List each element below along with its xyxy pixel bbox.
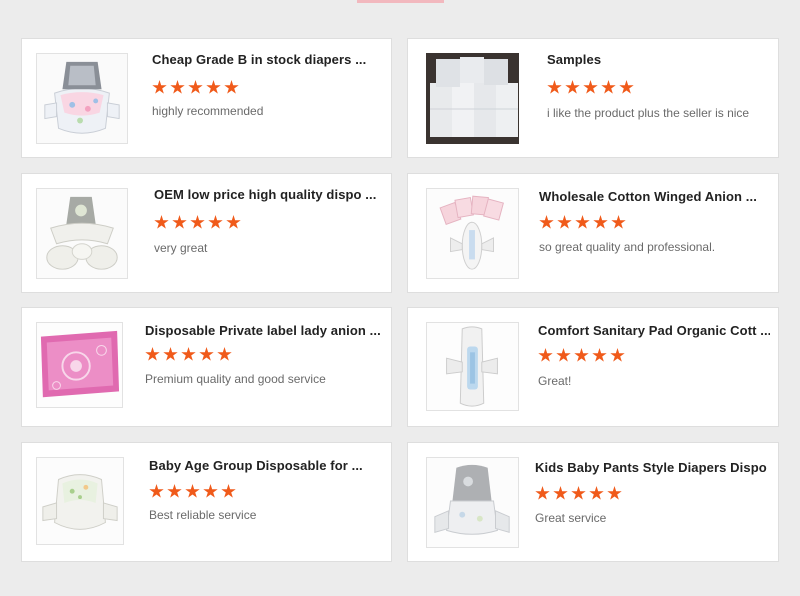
review-card[interactable]: Samples i like the product plus the sell… <box>407 38 779 158</box>
product-title[interactable]: Cheap Grade B in stock diapers ... <box>152 52 382 67</box>
star-icon <box>224 80 239 94</box>
star-icon <box>589 486 604 500</box>
baby-diaper-image[interactable] <box>36 188 128 279</box>
diaper-packs-image[interactable] <box>426 53 519 144</box>
review-text: Great service <box>535 511 607 525</box>
star-icon <box>190 215 205 229</box>
star-rating <box>145 347 232 365</box>
star-icon <box>601 80 616 94</box>
star-icon <box>149 484 164 498</box>
review-text: Premium quality and good service <box>145 372 326 386</box>
sanitary-pad-image[interactable] <box>426 322 519 411</box>
review-text: very great <box>154 241 208 255</box>
star-icon <box>538 348 553 362</box>
star-icon <box>167 484 182 498</box>
star-rating <box>539 215 626 233</box>
star-icon <box>221 484 236 498</box>
review-text: i like the product plus the seller is ni… <box>547 106 750 120</box>
star-rating <box>154 215 241 233</box>
product-title[interactable]: Kids Baby Pants Style Diapers Dispo ... <box>535 460 770 475</box>
star-icon <box>574 348 589 362</box>
star-icon <box>583 80 598 94</box>
star-rating <box>535 486 622 504</box>
star-icon <box>170 80 185 94</box>
product-title[interactable]: OEM low price high quality dispo ... <box>154 187 382 202</box>
top-accent-bar <box>357 0 444 3</box>
star-icon <box>185 484 200 498</box>
star-icon <box>610 348 625 362</box>
star-rating <box>152 80 239 98</box>
review-card[interactable]: Comfort Sanitary Pad Organic Cott ... Gr… <box>407 307 779 427</box>
review-card[interactable]: Disposable Private label lady anion ... … <box>21 307 392 427</box>
review-card[interactable]: OEM low price high quality dispo ... ver… <box>21 173 392 293</box>
star-icon <box>593 215 608 229</box>
star-icon <box>565 80 580 94</box>
review-card[interactable]: Cheap Grade B in stock diapers ... highl… <box>21 38 392 158</box>
star-icon <box>188 80 203 94</box>
star-icon <box>203 484 218 498</box>
star-icon <box>145 347 160 361</box>
star-icon <box>571 486 586 500</box>
star-icon <box>206 80 221 94</box>
star-icon <box>557 215 572 229</box>
review-text: highly recommended <box>152 104 264 118</box>
review-card[interactable]: Kids Baby Pants Style Diapers Dispo ... … <box>407 442 779 562</box>
star-icon <box>154 215 169 229</box>
star-icon <box>539 215 554 229</box>
star-icon <box>535 486 550 500</box>
star-rating <box>547 80 634 98</box>
review-text: so great quality and professional. <box>539 240 716 254</box>
star-icon <box>553 486 568 500</box>
star-icon <box>619 80 634 94</box>
star-icon <box>575 215 590 229</box>
star-icon <box>163 347 178 361</box>
star-icon <box>152 80 167 94</box>
product-title[interactable]: Comfort Sanitary Pad Organic Cott ... <box>538 323 770 338</box>
product-title[interactable]: Baby Age Group Disposable for ... <box>149 458 383 473</box>
star-icon <box>226 215 241 229</box>
star-icon <box>208 215 223 229</box>
pink-pad-pack-image[interactable] <box>36 322 123 408</box>
product-title[interactable]: Disposable Private label lady anion ... <box>145 323 383 338</box>
star-icon <box>556 348 571 362</box>
star-icon <box>199 347 214 361</box>
review-text: Great! <box>538 374 572 388</box>
product-title[interactable]: Wholesale Cotton Winged Anion ... <box>539 189 767 204</box>
review-card[interactable]: Baby Age Group Disposable for ... Best r… <box>21 442 392 562</box>
star-rating <box>149 484 236 502</box>
product-title[interactable]: Samples <box>547 52 767 67</box>
star-icon <box>592 348 607 362</box>
review-text: Best reliable service <box>149 508 257 522</box>
baby-diaper-image[interactable] <box>36 53 128 144</box>
star-icon <box>172 215 187 229</box>
star-rating <box>538 348 625 366</box>
star-icon <box>611 215 626 229</box>
baby-pants-image[interactable] <box>426 457 519 548</box>
star-icon <box>547 80 562 94</box>
star-icon <box>217 347 232 361</box>
star-icon <box>181 347 196 361</box>
sanitary-pad-image[interactable] <box>426 188 519 279</box>
review-card[interactable]: Wholesale Cotton Winged Anion ... so gre… <box>407 173 779 293</box>
star-icon <box>607 486 622 500</box>
baby-diaper-image[interactable] <box>36 457 124 545</box>
